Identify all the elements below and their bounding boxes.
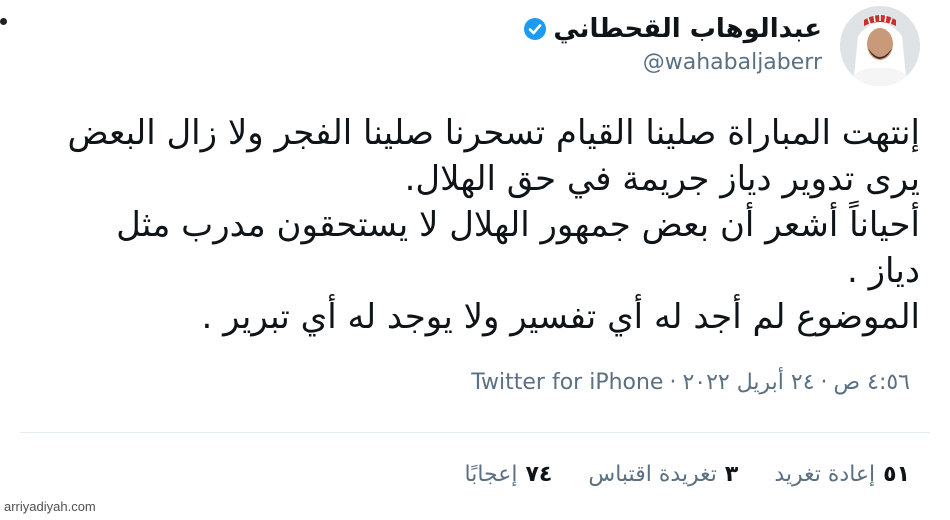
tweet-date[interactable]: ٢٤ أبريل ٢٠٢٢	[682, 370, 814, 395]
stat-count: ٧٤	[525, 462, 553, 487]
tweet-meta: ٤:٥٦ ص·٢٤ أبريل ٢٠٢٢·Twitter for iPhone	[471, 370, 910, 395]
avatar-image	[840, 6, 920, 86]
stat-count: ٣	[724, 462, 739, 487]
stat-label: إعجابًا	[464, 462, 518, 487]
author-display-name[interactable]: عبدالوهاب القحطاني	[553, 12, 822, 46]
stat-quote-tweets[interactable]: ٣ تغريدة اقتباس	[588, 462, 738, 487]
stat-label: تغريدة اقتباس	[588, 462, 717, 487]
stat-retweets[interactable]: ٥١ إعادة تغريد	[774, 462, 910, 487]
stat-count: ٥١	[883, 462, 910, 487]
avatar[interactable]	[840, 6, 920, 86]
meta-separator: ·	[820, 370, 828, 395]
tweet-time[interactable]: ٤:٥٦ ص	[834, 370, 910, 395]
meta-separator: ·	[669, 370, 677, 395]
more-options-icon[interactable]	[0, 18, 7, 25]
tweet-stats: ٥١ إعادة تغريد ٣ تغريدة اقتباس ٧٤ إعجابً…	[465, 462, 910, 487]
stat-likes[interactable]: ٧٤ إعجابًا	[465, 462, 553, 487]
author-name-row: عبدالوهاب القحطاني	[302, 12, 822, 46]
watermark: arriyadiyah.com	[4, 499, 96, 514]
divider	[20, 432, 930, 433]
verified-badge-icon	[523, 17, 547, 41]
author-handle[interactable]: @wahabaljaberr	[302, 50, 822, 75]
tweet-source[interactable]: Twitter for iPhone	[471, 370, 663, 395]
stat-label: إعادة تغريد	[774, 462, 876, 487]
tweet-text: إنتهت المباراة صلينا القيام تسحرنا صلينا…	[67, 113, 920, 337]
tweet-header: عبدالوهاب القحطاني @wahabaljaberr	[302, 12, 822, 75]
